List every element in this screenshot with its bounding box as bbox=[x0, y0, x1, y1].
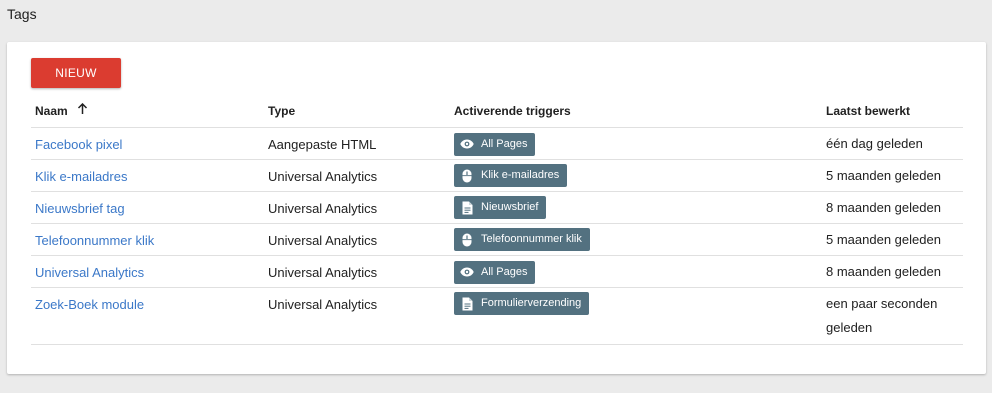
column-header-name-label: Naam bbox=[35, 104, 68, 118]
document-icon bbox=[460, 201, 474, 215]
table-row[interactable]: Telefoonnummer klik Universal Analytics … bbox=[31, 223, 963, 256]
cell-type: Aangepaste HTML bbox=[264, 127, 450, 160]
cell-type: Universal Analytics bbox=[264, 223, 450, 256]
cell-name: Zoek-Boek module bbox=[31, 287, 264, 345]
cell-last-edited: 5 maanden geleden bbox=[822, 159, 963, 192]
trigger-chip[interactable]: Klik e-mailadres bbox=[454, 164, 568, 187]
column-header-last-edited[interactable]: Laatst bewerkt bbox=[822, 94, 963, 128]
trigger-chip-label: All Pages bbox=[481, 137, 528, 150]
trigger-chip[interactable]: All Pages bbox=[454, 260, 536, 284]
table-header-row: Naam Type Activerende triggers Laatst be… bbox=[31, 94, 963, 128]
page-title: Tags bbox=[7, 6, 37, 22]
table-row[interactable]: Universal Analytics Universal Analytics … bbox=[31, 255, 963, 288]
trigger-chip-label: Nieuwsbrief bbox=[481, 201, 539, 213]
cell-last-edited: één dag geleden bbox=[822, 127, 963, 160]
trigger-chip-label: Telefoonnummer klik bbox=[481, 233, 582, 245]
tag-name-link[interactable]: Facebook pixel bbox=[35, 137, 122, 152]
tags-table: Naam Type Activerende triggers Laatst be… bbox=[31, 94, 963, 345]
cell-trigger: Formulierverzending bbox=[450, 287, 822, 345]
trigger-chip-label: Klik e-mailadres bbox=[481, 169, 560, 181]
mouse-icon bbox=[460, 169, 474, 183]
table-row[interactable]: Nieuwsbrief tag Universal Analytics Nieu… bbox=[31, 191, 963, 224]
eye-icon bbox=[460, 265, 474, 279]
cell-last-edited: een paar seconden geleden bbox=[822, 287, 963, 345]
column-header-name[interactable]: Naam bbox=[31, 94, 264, 128]
mouse-icon bbox=[460, 233, 474, 247]
tag-name-link[interactable]: Klik e-mailadres bbox=[35, 169, 127, 184]
cell-type: Universal Analytics bbox=[264, 255, 450, 288]
trigger-chip[interactable]: Nieuwsbrief bbox=[454, 196, 547, 219]
tag-name-link[interactable]: Zoek-Boek module bbox=[35, 297, 144, 312]
trigger-chip[interactable]: Telefoonnummer klik bbox=[454, 228, 590, 251]
tags-card: NIEUW Naam Type Activerende triggers Laa… bbox=[7, 42, 986, 374]
column-header-type[interactable]: Type bbox=[264, 94, 450, 128]
column-header-triggers[interactable]: Activerende triggers bbox=[450, 94, 822, 128]
cell-trigger: Klik e-mailadres bbox=[450, 159, 822, 192]
trigger-chip[interactable]: Formulierverzending bbox=[454, 292, 590, 315]
table-row[interactable]: Facebook pixel Aangepaste HTML All Pages… bbox=[31, 127, 963, 160]
cell-name: Universal Analytics bbox=[31, 255, 264, 288]
cell-name: Telefoonnummer klik bbox=[31, 223, 264, 256]
cell-last-edited: 8 maanden geleden bbox=[822, 191, 963, 224]
cell-trigger: All Pages bbox=[450, 255, 822, 288]
arrow-up-icon[interactable] bbox=[77, 102, 88, 118]
table-row[interactable]: Zoek-Boek module Universal Analytics For… bbox=[31, 287, 963, 345]
tag-name-link[interactable]: Universal Analytics bbox=[35, 265, 144, 280]
cell-name: Nieuwsbrief tag bbox=[31, 191, 264, 224]
cell-name: Facebook pixel bbox=[31, 127, 264, 160]
cell-trigger: All Pages bbox=[450, 127, 822, 160]
trigger-chip[interactable]: All Pages bbox=[454, 132, 536, 156]
cell-trigger: Telefoonnummer klik bbox=[450, 223, 822, 256]
cell-last-edited: 8 maanden geleden bbox=[822, 255, 963, 288]
cell-type: Universal Analytics bbox=[264, 159, 450, 192]
tag-name-link[interactable]: Nieuwsbrief tag bbox=[35, 201, 125, 216]
tag-name-link[interactable]: Telefoonnummer klik bbox=[35, 233, 154, 248]
document-icon bbox=[460, 297, 474, 311]
cell-type: Universal Analytics bbox=[264, 287, 450, 345]
new-tag-button[interactable]: NIEUW bbox=[31, 58, 121, 88]
cell-name: Klik e-mailadres bbox=[31, 159, 264, 192]
cell-last-edited: 5 maanden geleden bbox=[822, 223, 963, 256]
cell-trigger: Nieuwsbrief bbox=[450, 191, 822, 224]
eye-icon bbox=[460, 137, 474, 151]
cell-type: Universal Analytics bbox=[264, 191, 450, 224]
trigger-chip-label: All Pages bbox=[481, 265, 528, 278]
table-row[interactable]: Klik e-mailadres Universal Analytics Kli… bbox=[31, 159, 963, 192]
trigger-chip-label: Formulierverzending bbox=[481, 297, 582, 309]
